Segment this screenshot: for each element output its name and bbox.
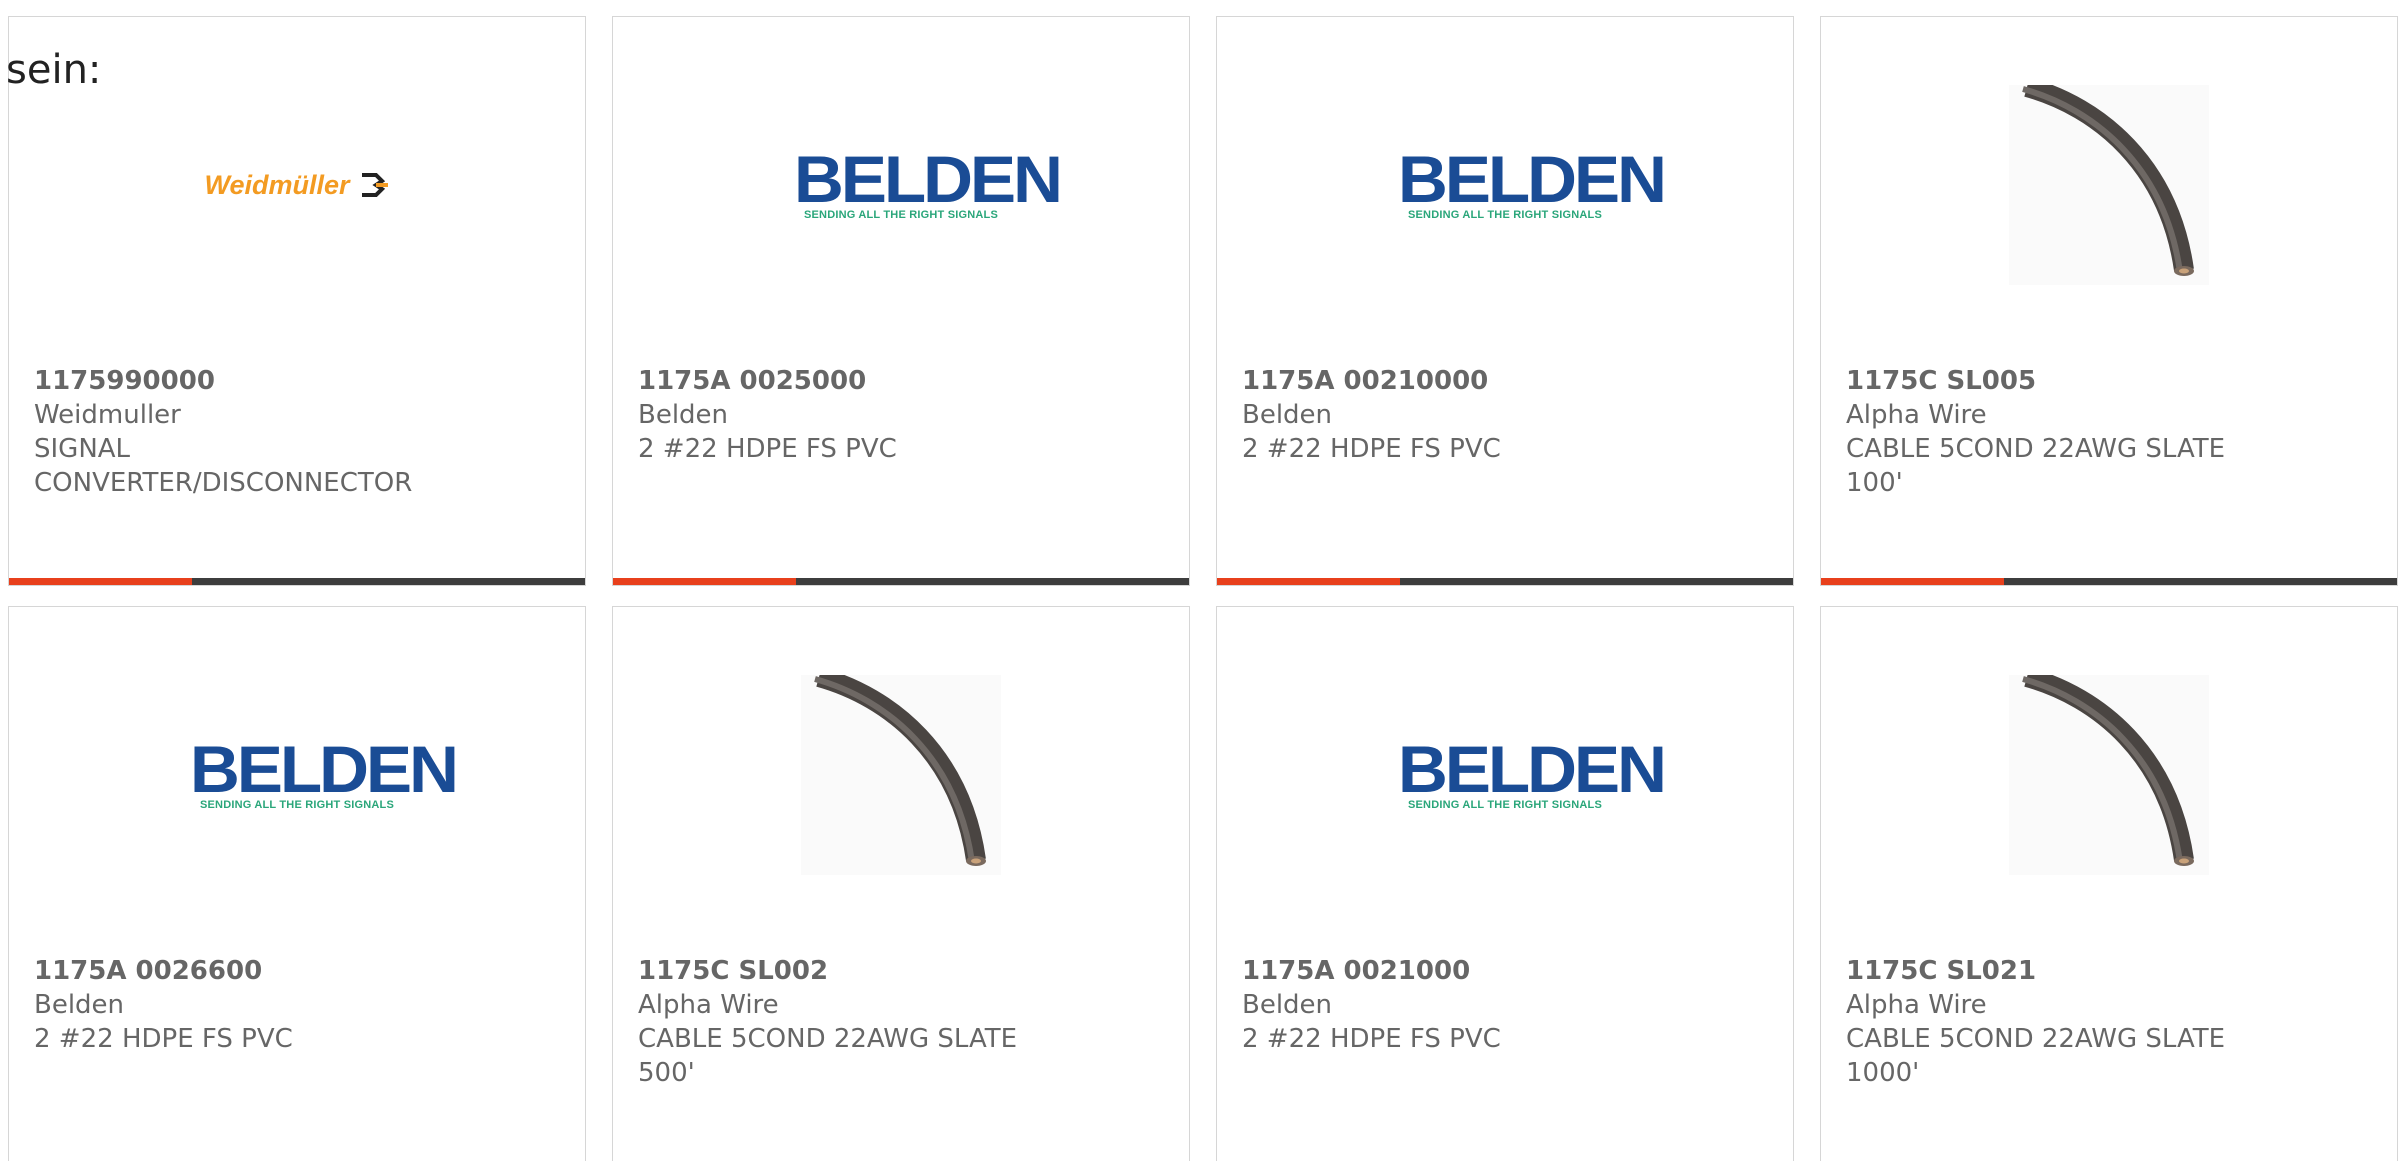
product-description: 2 #22 HDPE FS PVC	[1242, 1024, 1501, 1054]
product-image[interactable]	[613, 675, 1189, 875]
product-card[interactable]: 1175C SL005 Alpha Wire CABLE 5COND 22AWG…	[1820, 16, 2398, 586]
card-accent-bar	[1217, 578, 1400, 585]
cable-photo	[2009, 675, 2209, 875]
belden-logo: BELDEN SENDING ALL THE RIGHT SIGNALS	[1397, 736, 1666, 811]
part-number-link[interactable]: 1175A 00210000	[1242, 364, 1773, 398]
manufacturer-name: Belden	[1242, 400, 1333, 430]
product-info: 1175A 00210000 Belden 2 #22 HDPE FS PVC	[1242, 364, 1773, 466]
product-description: CABLE 5COND 22AWG SLATE 100'	[1846, 434, 2226, 498]
manufacturer-name: Alpha Wire	[638, 990, 779, 1020]
card-accent-bar	[613, 578, 796, 585]
belden-logo-text: BELDEN	[1397, 731, 1666, 806]
belden-logo: BELDEN SENDING ALL THE RIGHT SIGNALS	[793, 146, 1062, 221]
weidmuller-symbol-icon	[361, 173, 388, 197]
manufacturer-name: Belden	[1242, 990, 1333, 1020]
product-description: 2 #22 HDPE FS PVC	[1242, 434, 1501, 464]
product-description: CABLE 5COND 22AWG SLATE 500'	[638, 1024, 1018, 1088]
belden-logo-text: BELDEN	[189, 731, 458, 806]
product-info: 1175C SL005 Alpha Wire CABLE 5COND 22AWG…	[1846, 364, 2377, 500]
product-image[interactable]: Weidmüller	[9, 85, 585, 285]
product-grid-page: Weidmüller 1175990000 Weidmuller SIGNAL …	[0, 0, 2400, 1161]
intro-text: sein:	[6, 47, 102, 93]
product-card[interactable]: 1175C SL002 Alpha Wire CABLE 5COND 22AWG…	[612, 606, 1190, 1161]
cable-photo	[2009, 85, 2209, 285]
product-card[interactable]: BELDEN SENDING ALL THE RIGHT SIGNALS 117…	[612, 16, 1190, 586]
belden-logo-text: BELDEN	[1397, 141, 1666, 216]
product-image[interactable]: BELDEN SENDING ALL THE RIGHT SIGNALS	[9, 675, 585, 875]
product-info: 1175A 0021000 Belden 2 #22 HDPE FS PVC	[1242, 954, 1773, 1056]
card-bottom-bar	[9, 578, 585, 585]
cable-photo	[801, 675, 1001, 875]
product-image[interactable]: BELDEN SENDING ALL THE RIGHT SIGNALS	[1217, 85, 1793, 285]
manufacturer-name: Alpha Wire	[1846, 990, 1987, 1020]
weidmuller-logo: Weidmüller	[204, 170, 389, 201]
part-number-link[interactable]: 1175990000	[34, 364, 565, 398]
card-accent-bar	[9, 578, 192, 585]
part-number-link[interactable]: 1175A 0021000	[1242, 954, 1773, 988]
product-info: 1175A 0026600 Belden 2 #22 HDPE FS PVC	[34, 954, 565, 1056]
product-description: SIGNAL CONVERTER/DISCONNECTOR	[34, 434, 413, 498]
part-number-link[interactable]: 1175A 0025000	[638, 364, 1169, 398]
product-image[interactable]	[1821, 675, 2397, 875]
product-description: 2 #22 HDPE FS PVC	[638, 434, 897, 464]
product-info: 1175C SL002 Alpha Wire CABLE 5COND 22AWG…	[638, 954, 1169, 1090]
card-bottom-bar	[1821, 578, 2397, 585]
part-number-link[interactable]: 1175A 0026600	[34, 954, 565, 988]
product-card[interactable]: Weidmüller 1175990000 Weidmuller SIGNAL …	[8, 16, 586, 586]
product-image[interactable]: BELDEN SENDING ALL THE RIGHT SIGNALS	[613, 85, 1189, 285]
product-info: 1175C SL021 Alpha Wire CABLE 5COND 22AWG…	[1846, 954, 2377, 1090]
weidmuller-logo-text: Weidmüller	[204, 169, 350, 200]
product-card[interactable]: BELDEN SENDING ALL THE RIGHT SIGNALS 117…	[1216, 16, 1794, 586]
card-bottom-bar	[1217, 578, 1793, 585]
belden-logo: BELDEN SENDING ALL THE RIGHT SIGNALS	[1397, 146, 1666, 221]
manufacturer-name: Belden	[34, 990, 125, 1020]
product-info: 1175990000 Weidmuller SIGNAL CONVERTER/D…	[34, 364, 565, 500]
part-number-link[interactable]: 1175C SL002	[638, 954, 1169, 988]
part-number-link[interactable]: 1175C SL021	[1846, 954, 2377, 988]
product-description: CABLE 5COND 22AWG SLATE 1000'	[1846, 1024, 2226, 1088]
product-card[interactable]: BELDEN SENDING ALL THE RIGHT SIGNALS 117…	[1216, 606, 1794, 1161]
manufacturer-name: Belden	[638, 400, 729, 430]
product-card[interactable]: 1175C SL021 Alpha Wire CABLE 5COND 22AWG…	[1820, 606, 2398, 1161]
manufacturer-name: Weidmuller	[34, 400, 181, 430]
belden-logo-text: BELDEN	[793, 141, 1062, 216]
card-bottom-bar	[613, 578, 1189, 585]
product-description: 2 #22 HDPE FS PVC	[34, 1024, 293, 1054]
belden-logo: BELDEN SENDING ALL THE RIGHT SIGNALS	[189, 736, 458, 811]
product-info: 1175A 0025000 Belden 2 #22 HDPE FS PVC	[638, 364, 1169, 466]
product-image[interactable]	[1821, 85, 2397, 285]
manufacturer-name: Alpha Wire	[1846, 400, 1987, 430]
part-number-link[interactable]: 1175C SL005	[1846, 364, 2377, 398]
product-card[interactable]: BELDEN SENDING ALL THE RIGHT SIGNALS 117…	[8, 606, 586, 1161]
product-image[interactable]: BELDEN SENDING ALL THE RIGHT SIGNALS	[1217, 675, 1793, 875]
card-accent-bar	[1821, 578, 2004, 585]
